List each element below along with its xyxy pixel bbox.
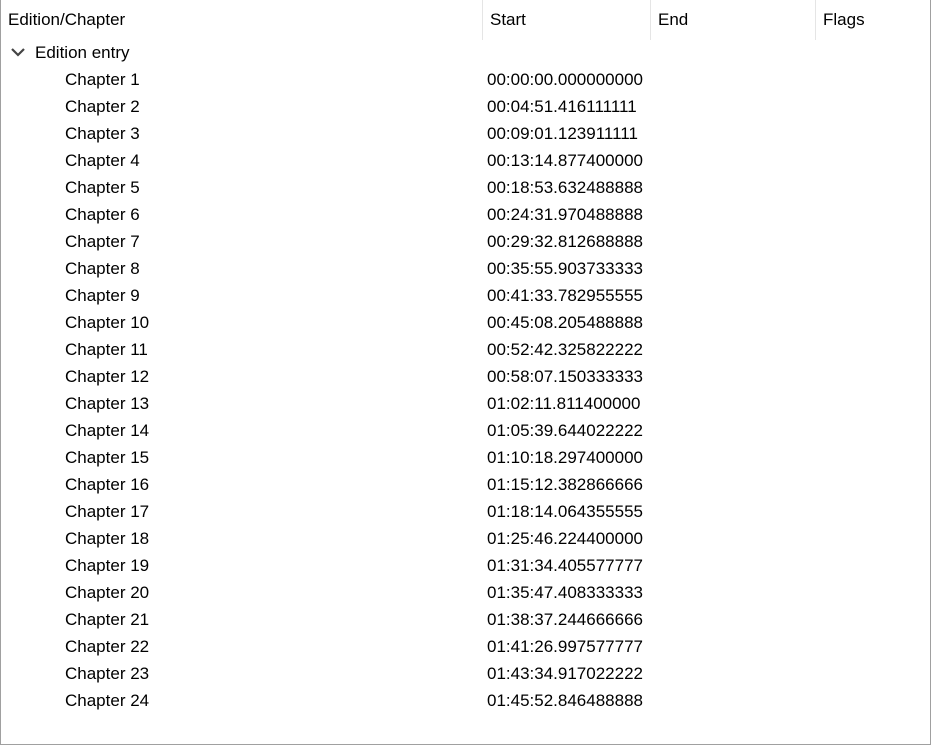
column-header-flags[interactable]: Flags <box>816 0 930 40</box>
chapter-name: Chapter 16 <box>65 475 150 494</box>
chapter-name: Chapter 9 <box>65 286 140 305</box>
chapter-name: Chapter 24 <box>65 691 150 710</box>
chapter-start: 00:04:51.416111111 <box>487 97 637 116</box>
chapter-start: 00:29:32.812688888 <box>487 232 643 251</box>
chapter-start: 01:15:12.382866666 <box>487 475 643 494</box>
chapter-tree-view[interactable]: Edition/Chapter Start End Flags Edition … <box>0 0 931 745</box>
chapter-row[interactable]: Chapter 4 00:13:14.877400000 <box>1 147 930 174</box>
column-header: Edition/Chapter Start End Flags <box>1 0 930 40</box>
chapter-start: 01:25:46.224400000 <box>487 529 643 548</box>
chapter-row[interactable]: Chapter 15 01:10:18.297400000 <box>1 444 930 471</box>
chapter-start: 00:41:33.782955555 <box>487 286 643 305</box>
chapter-name: Chapter 8 <box>65 259 140 278</box>
chapter-start: 01:43:34.917022222 <box>487 664 643 683</box>
chapter-start: 01:41:26.997577777 <box>487 637 643 656</box>
chapter-start: 00:52:42.325822222 <box>487 340 643 359</box>
chapter-start: 01:10:18.297400000 <box>487 448 643 467</box>
chapter-start: 00:35:55.903733333 <box>487 259 643 278</box>
chapter-start: 01:35:47.408333333 <box>487 583 643 602</box>
chapter-start: 00:58:07.150333333 <box>487 367 643 386</box>
chapter-name: Chapter 21 <box>65 610 150 629</box>
chapter-row[interactable]: Chapter 21 01:38:37.244666666 <box>1 606 930 633</box>
chapter-start: 00:13:14.877400000 <box>487 151 643 170</box>
chapter-name: Chapter 14 <box>65 421 150 440</box>
chapter-name: Chapter 13 <box>65 394 150 413</box>
column-header-end[interactable]: End <box>651 0 816 40</box>
chapter-row[interactable]: Chapter 19 01:31:34.405577777 <box>1 552 930 579</box>
chevron-down-icon[interactable] <box>10 39 26 66</box>
chapter-name: Chapter 23 <box>65 664 150 683</box>
chapter-name: Chapter 2 <box>65 97 140 116</box>
chapter-row[interactable]: Chapter 3 00:09:01.123911111 <box>1 120 930 147</box>
chapter-start: 00:18:53.632488888 <box>487 178 643 197</box>
chapter-row[interactable]: Chapter 14 01:05:39.644022222 <box>1 417 930 444</box>
chapter-name: Chapter 6 <box>65 205 140 224</box>
chapter-name: Chapter 4 <box>65 151 140 170</box>
edition-label: Edition entry <box>35 43 130 62</box>
chapter-name: Chapter 12 <box>65 367 150 386</box>
chapter-row[interactable]: Chapter 11 00:52:42.325822222 <box>1 336 930 363</box>
chapter-start: 01:05:39.644022222 <box>487 421 643 440</box>
chapter-start: 00:00:00.000000000 <box>487 70 643 89</box>
chapter-name: Chapter 5 <box>65 178 140 197</box>
chapter-start: 01:18:14.064355555 <box>487 502 643 521</box>
chapter-name: Chapter 10 <box>65 313 150 332</box>
column-header-start[interactable]: Start <box>483 0 651 40</box>
chapter-start: 01:45:52.846488888 <box>487 691 643 710</box>
chapter-start: 00:09:01.123911111 <box>487 124 638 143</box>
chapter-row[interactable]: Chapter 24 01:45:52.846488888 <box>1 687 930 714</box>
chapter-start: 00:24:31.970488888 <box>487 205 643 224</box>
chapter-row[interactable]: Chapter 12 00:58:07.150333333 <box>1 363 930 390</box>
chapter-row[interactable]: Chapter 16 01:15:12.382866666 <box>1 471 930 498</box>
chapter-name: Chapter 11 <box>65 340 148 359</box>
chapter-name: Chapter 7 <box>65 232 140 251</box>
chapter-name: Chapter 18 <box>65 529 150 548</box>
chapter-row[interactable]: Chapter 10 00:45:08.205488888 <box>1 309 930 336</box>
chapter-row[interactable]: Chapter 17 01:18:14.064355555 <box>1 498 930 525</box>
chapter-row[interactable]: Chapter 8 00:35:55.903733333 <box>1 255 930 282</box>
chapter-row[interactable]: Chapter 22 01:41:26.997577777 <box>1 633 930 660</box>
chapter-row[interactable]: Chapter 6 00:24:31.970488888 <box>1 201 930 228</box>
chapter-row[interactable]: Chapter 9 00:41:33.782955555 <box>1 282 930 309</box>
chapter-start: 00:45:08.205488888 <box>487 313 643 332</box>
chapter-start: 01:02:11.811400000 <box>487 394 641 413</box>
chapter-name: Chapter 19 <box>65 556 150 575</box>
chapter-name: Chapter 20 <box>65 583 150 602</box>
chapter-row[interactable]: Chapter 7 00:29:32.812688888 <box>1 228 930 255</box>
chapter-row[interactable]: Chapter 18 01:25:46.224400000 <box>1 525 930 552</box>
chapter-name: Chapter 22 <box>65 637 150 656</box>
chapter-name: Chapter 3 <box>65 124 140 143</box>
chapter-start: 01:38:37.244666666 <box>487 610 643 629</box>
chapter-row[interactable]: Chapter 5 00:18:53.632488888 <box>1 174 930 201</box>
edition-row[interactable]: Edition entry <box>1 39 930 66</box>
chapter-name: Chapter 1 <box>65 70 140 89</box>
column-header-edition-chapter[interactable]: Edition/Chapter <box>1 0 483 40</box>
chapter-row[interactable]: Chapter 20 01:35:47.408333333 <box>1 579 930 606</box>
chapter-row[interactable]: Chapter 23 01:43:34.917022222 <box>1 660 930 687</box>
chapter-name: Chapter 15 <box>65 448 150 467</box>
chapter-start: 01:31:34.405577777 <box>487 556 643 575</box>
chapter-row[interactable]: Chapter 13 01:02:11.811400000 <box>1 390 930 417</box>
chapter-name: Chapter 17 <box>65 502 150 521</box>
chapter-row[interactable]: Chapter 1 00:00:00.000000000 <box>1 66 930 93</box>
chapter-row[interactable]: Chapter 2 00:04:51.416111111 <box>1 93 930 120</box>
